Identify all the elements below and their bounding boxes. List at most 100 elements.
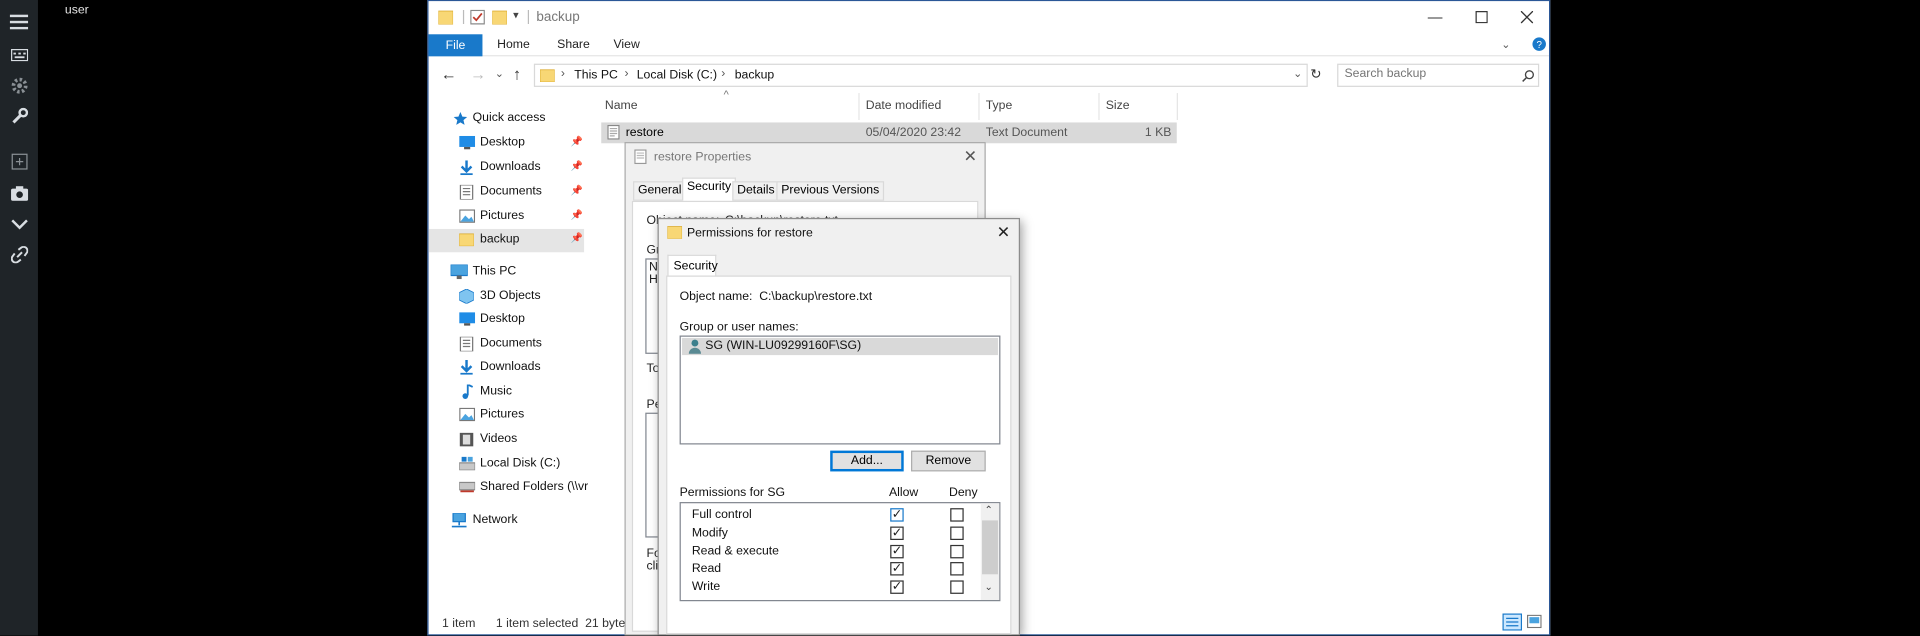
settings-gear-icon[interactable] [9, 75, 30, 96]
breadcrumb-backup[interactable]: backup [735, 69, 774, 82]
forward-arrow-icon[interactable]: → [470, 65, 486, 83]
file-type: Text Document [985, 126, 1068, 140]
nav-shared-folders[interactable]: Shared Folders (\\vr [429, 476, 588, 499]
up-arrow-icon[interactable]: ↑ [513, 65, 521, 83]
allow-checkbox[interactable]: ✓ [890, 526, 904, 541]
camera-icon[interactable] [9, 182, 30, 203]
folder-icon [666, 225, 683, 242]
text-file-icon [607, 124, 620, 143]
session-user-label: user [64, 3, 89, 18]
nav-local-disk[interactable]: Local Disk (C:) [429, 453, 585, 476]
wrench-icon[interactable] [9, 105, 30, 126]
tab-general[interactable]: General [633, 181, 687, 201]
nav-this-pc[interactable]: This PC [429, 261, 585, 284]
nav-music[interactable]: Music [429, 381, 585, 404]
selection-info: 1 item selected 21 bytes [495, 617, 632, 631]
column-header-size[interactable]: Size [1106, 99, 1130, 112]
permissions-dialog: Permissions for restore ✕ Security Objec… [657, 217, 1021, 636]
nav-network[interactable]: Network [429, 509, 585, 532]
nav-downloads-pinned[interactable]: Downloads 📌 [429, 157, 585, 180]
breadcrumb-local-disk[interactable]: Local Disk (C:) [637, 69, 717, 82]
nav-pictures-pinned[interactable]: Pictures 📌 [429, 206, 585, 229]
close-icon[interactable]: ✕ [997, 223, 1010, 243]
expand-ribbon-chevron-icon[interactable]: ⌄ [1501, 38, 1510, 51]
permissions-for-label: Permissions for SG [679, 486, 786, 500]
remove-button[interactable]: Remove [911, 450, 986, 472]
deny-checkbox[interactable] [950, 526, 964, 541]
list-item[interactable]: SG (WIN-LU09299160F\SG) [682, 337, 998, 357]
column-header-type[interactable]: Type [986, 99, 1013, 112]
large-icons-view-icon[interactable] [1526, 614, 1542, 632]
chevron-down-icon[interactable] [9, 213, 30, 234]
group-user-list[interactable]: SG (WIN-LU09299160F\SG) [679, 335, 1001, 445]
help-icon[interactable]: ? [1532, 37, 1547, 55]
tab-security[interactable]: Security [682, 177, 737, 201]
deny-checkbox[interactable] [950, 562, 964, 576]
nav-desktop-pinned[interactable]: Desktop 📌 [429, 132, 585, 155]
tab-view[interactable]: View [613, 38, 639, 51]
refresh-icon[interactable]: ↻ [1310, 66, 1321, 82]
close-button[interactable] [1509, 5, 1546, 29]
tab-file[interactable]: File [428, 34, 483, 57]
tab-security[interactable]: Security [667, 254, 718, 277]
disconnect-link-icon[interactable] [9, 244, 30, 265]
minimize-button[interactable]: — [1417, 5, 1454, 29]
nav-pictures[interactable]: Pictures [429, 404, 585, 427]
deny-checkbox[interactable] [950, 544, 964, 559]
tab-share[interactable]: Share [557, 38, 590, 51]
nav-backup-pinned[interactable]: backup 📌 [428, 228, 585, 253]
allow-checkbox[interactable]: ✓ [890, 562, 904, 576]
nav-label: Downloads [480, 360, 541, 374]
back-arrow-icon[interactable]: ← [441, 65, 457, 83]
details-view-icon[interactable] [1502, 613, 1523, 634]
nav-label: Pictures [480, 407, 525, 422]
nav-videos[interactable]: Videos [429, 429, 585, 452]
nav-quick-access[interactable]: Quick access [429, 108, 585, 131]
tab-previous-versions[interactable]: Previous Versions [776, 181, 885, 201]
vertical-scrollbar[interactable]: ⌃ ⌄ [980, 503, 1000, 601]
nav-documents-pinned[interactable]: Documents 📌 [429, 181, 585, 204]
customize-toolbar-icon[interactable]: ▾ [513, 9, 519, 22]
tab-home[interactable]: Home [497, 38, 530, 51]
scroll-up-icon[interactable]: ⌃ [984, 504, 992, 515]
object-name-label: Object name: [679, 290, 753, 304]
nav-label: Downloads [480, 160, 541, 174]
user-avatar-icon [688, 339, 702, 357]
breadcrumb-separator-icon: › [721, 67, 726, 81]
navigation-pane: Quick access Desktop 📌 Downloads 📌 Docum… [428, 91, 588, 611]
file-row-restore[interactable]: restore 05/04/2020 23:42 Text Document 1… [601, 122, 1177, 144]
properties-check-icon[interactable] [470, 9, 485, 28]
menu-icon[interactable] [9, 11, 30, 32]
search-input[interactable] [1344, 67, 1516, 81]
tab-details[interactable]: Details [732, 181, 780, 201]
search-icon[interactable] [1522, 69, 1534, 86]
allow-checkbox[interactable]: ✓ [890, 544, 904, 559]
nav-desktop[interactable]: Desktop [429, 309, 585, 332]
add-button[interactable]: Add... [830, 450, 904, 472]
nav-3d-objects[interactable]: 3D Objects [429, 285, 585, 308]
scroll-down-icon[interactable]: ⌄ [984, 582, 992, 593]
column-header-date[interactable]: Date modified [866, 99, 942, 112]
allow-checkbox[interactable]: ✓ [890, 580, 904, 594]
allow-checkbox[interactable]: ✓ [890, 508, 904, 522]
close-icon[interactable]: ✕ [964, 147, 977, 167]
search-box[interactable] [1337, 63, 1540, 87]
documents-icon [459, 184, 475, 201]
recent-locations-chevron-icon[interactable]: ⌄ [495, 67, 504, 80]
address-bar[interactable]: › This PC › Local Disk (C:) › backup ⌄ [533, 63, 1308, 87]
nav-downloads[interactable]: Downloads [429, 356, 585, 379]
breadcrumb-this-pc[interactable]: This PC [574, 69, 618, 82]
nav-documents[interactable]: Documents [429, 333, 585, 356]
keyboard-icon[interactable] [9, 44, 30, 65]
permission-name: Read & execute [691, 544, 779, 559]
new-folder-icon[interactable] [491, 10, 508, 28]
address-history-chevron-icon[interactable]: ⌄ [1293, 67, 1302, 80]
add-window-icon[interactable] [9, 151, 30, 172]
pictures-icon [459, 209, 476, 224]
deny-checkbox[interactable] [950, 508, 964, 522]
deny-checkbox[interactable] [950, 580, 964, 594]
maximize-button[interactable] [1463, 5, 1500, 29]
nav-label: Documents [480, 336, 542, 351]
column-header-name[interactable]: Name [605, 99, 638, 112]
scrollbar-thumb[interactable] [982, 520, 998, 575]
